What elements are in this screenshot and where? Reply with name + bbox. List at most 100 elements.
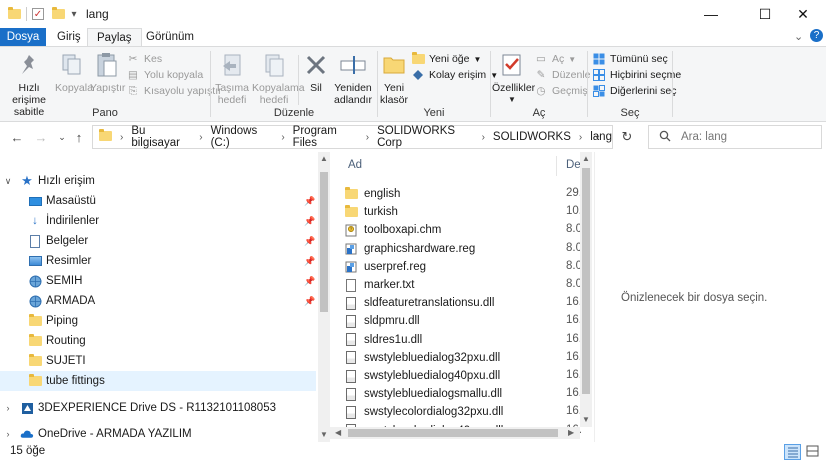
properties-check-icon[interactable]: ✓ bbox=[32, 8, 44, 20]
copy-button[interactable]: Kopyala bbox=[55, 51, 93, 94]
delete-button[interactable]: Sil bbox=[302, 51, 330, 94]
nav-item-desktop[interactable]: Masaüstü 📌 bbox=[0, 191, 316, 211]
minimize-button[interactable]: — bbox=[688, 0, 734, 28]
large-icons-view-icon[interactable] bbox=[805, 444, 822, 460]
breadcrumb-item[interactable]: SOLIDWORKS bbox=[493, 131, 571, 143]
tab-file[interactable]: Dosya bbox=[0, 28, 46, 46]
file-list-vertical-scrollbar[interactable]: ▲ ▼ bbox=[580, 152, 592, 427]
pin-icon[interactable]: 📌 bbox=[304, 196, 315, 207]
nav-scrollbar[interactable]: ▲ ▼ bbox=[318, 152, 330, 442]
breadcrumb-item[interactable]: Windows (C:) bbox=[211, 125, 274, 149]
scrollbar-thumb[interactable] bbox=[320, 172, 328, 312]
file-row[interactable]: sldpmru.dll bbox=[344, 312, 570, 330]
file-list-horizontal-scrollbar[interactable]: ◀ ▶ bbox=[330, 427, 580, 439]
paste-shortcut-button[interactable]: ⎘ Kısayolu yapıştır bbox=[126, 83, 222, 99]
scrollbar-thumb[interactable] bbox=[348, 429, 558, 437]
scroll-down-arrow-icon[interactable]: ▼ bbox=[582, 415, 590, 424]
open-button[interactable]: ▭ Aç ▼ bbox=[534, 51, 591, 67]
tab-home[interactable]: Giriş bbox=[48, 28, 90, 46]
collapse-ribbon-icon[interactable]: ⌄ bbox=[794, 30, 803, 43]
expand-chevron-icon[interactable]: › bbox=[0, 403, 16, 413]
edit-button[interactable]: ✎ Düzenle bbox=[534, 67, 591, 83]
file-row[interactable]: swstylebluedialogsmallu.dll bbox=[344, 385, 570, 403]
cut-button[interactable]: ✂ Kes bbox=[126, 51, 222, 67]
pin-icon[interactable]: 📌 bbox=[304, 256, 315, 267]
nav-item-armada[interactable]: ARMADA 📌 bbox=[0, 291, 316, 311]
scroll-up-arrow-icon[interactable]: ▲ bbox=[582, 154, 590, 163]
file-row[interactable]: ? toolboxapi.chm bbox=[344, 221, 570, 239]
nav-item-sujeti[interactable]: SUJETI bbox=[0, 351, 316, 371]
nav-item-documents[interactable]: Belgeler 📌 bbox=[0, 231, 316, 251]
breadcrumb-separator-icon[interactable]: › bbox=[579, 132, 582, 143]
nav-onedrive[interactable]: › OneDrive - ARMADA YAZILIM bbox=[0, 424, 316, 444]
column-header-date[interactable]: De bbox=[566, 159, 581, 171]
scroll-up-arrow-icon[interactable]: ▲ bbox=[320, 154, 328, 163]
breadcrumb-item[interactable]: Bu bilgisayar bbox=[131, 125, 191, 149]
nav-item-piping[interactable]: Piping bbox=[0, 311, 316, 331]
nav-item-downloads[interactable]: ↓ İndirilenler 📌 bbox=[0, 211, 316, 231]
scrollbar-thumb[interactable] bbox=[582, 168, 590, 394]
nav-item-routing[interactable]: Routing bbox=[0, 331, 316, 351]
new-folder-button[interactable]: Yeni klasör bbox=[379, 51, 409, 106]
file-row[interactable]: turkish bbox=[344, 203, 570, 221]
breadcrumb-separator-icon[interactable]: › bbox=[366, 132, 369, 143]
breadcrumb-item[interactable]: Program Files bbox=[293, 125, 358, 149]
details-view-icon[interactable] bbox=[784, 444, 801, 460]
file-row[interactable]: marker.txt bbox=[344, 276, 570, 294]
breadcrumb-separator-icon[interactable]: › bbox=[482, 132, 485, 143]
nav-item-tube-fittings[interactable]: tube fittings bbox=[0, 371, 316, 391]
file-row[interactable]: graphicshardware.reg bbox=[344, 240, 570, 258]
select-none-button[interactable]: Hiçbirini seçme bbox=[592, 67, 681, 83]
properties-button[interactable]: Özellikler ▼ bbox=[492, 51, 535, 106]
file-row[interactable]: swstylebluedialog40pxu.dll bbox=[344, 367, 570, 385]
nav-quick-access[interactable]: ∨ ★ Hızlı erişim bbox=[0, 171, 316, 191]
paste-button[interactable]: Yapıştır bbox=[90, 51, 125, 94]
easy-access-button[interactable]: Kolay erişim ▼ bbox=[411, 67, 498, 83]
copy-to-button[interactable]: Kopyalama hedefi bbox=[252, 51, 305, 106]
scroll-right-arrow-icon[interactable]: ▶ bbox=[568, 428, 574, 437]
new-folder-quick-icon[interactable] bbox=[50, 6, 66, 22]
pin-icon[interactable]: 📌 bbox=[304, 276, 315, 287]
close-button[interactable]: ✕ bbox=[780, 0, 826, 28]
file-row[interactable]: sldfeaturetranslationsu.dll bbox=[344, 294, 570, 312]
move-to-label: Taşıma hedefi bbox=[215, 82, 249, 106]
column-header-name[interactable]: Ad bbox=[348, 159, 362, 171]
help-icon[interactable]: ? bbox=[810, 29, 823, 42]
up-arrow-icon[interactable]: ↑ bbox=[70, 128, 88, 146]
breadcrumb-item[interactable]: SOLIDWORKS Corp bbox=[377, 125, 473, 149]
select-all-button[interactable]: Tümünü seç bbox=[592, 51, 681, 67]
tab-share[interactable]: Paylaş bbox=[87, 28, 142, 46]
file-row[interactable]: sldres1u.dll bbox=[344, 331, 570, 349]
refresh-icon[interactable]: ↻ bbox=[618, 128, 636, 146]
pin-icon[interactable]: 📌 bbox=[304, 216, 315, 227]
copy-path-button[interactable]: ▤ Yolu kopyala bbox=[126, 67, 222, 83]
scroll-down-arrow-icon[interactable]: ▼ bbox=[320, 430, 328, 439]
recent-locations-chevron-icon[interactable]: ⌄ bbox=[53, 128, 71, 146]
pin-icon[interactable]: 📌 bbox=[304, 236, 315, 247]
invert-selection-button[interactable]: Diğerlerini seç bbox=[592, 83, 681, 99]
breadcrumb-separator-icon[interactable]: › bbox=[281, 132, 284, 143]
scroll-left-arrow-icon[interactable]: ◀ bbox=[335, 428, 341, 437]
nav-item-pictures[interactable]: Resimler 📌 bbox=[0, 251, 316, 271]
expand-chevron-icon[interactable]: ∨ bbox=[0, 176, 16, 187]
move-to-button[interactable]: Taşıma hedefi bbox=[212, 51, 252, 106]
nav-3dexperience-drive[interactable]: › 3DEXPERIENCE Drive DS - R1132101108053 bbox=[0, 398, 316, 418]
customize-toolbar-icon[interactable]: ▾ bbox=[66, 6, 82, 22]
breadcrumb-separator-icon[interactable]: › bbox=[199, 132, 202, 143]
address-bar[interactable]: › Bu bilgisayar › Windows (C:) › Program F… bbox=[92, 125, 613, 149]
search-input[interactable]: Ara: lang bbox=[648, 125, 822, 149]
file-row[interactable]: swstylebluedialog32pxu.dll bbox=[344, 349, 570, 367]
pin-icon[interactable]: 📌 bbox=[304, 296, 315, 307]
new-item-button[interactable]: Yeni öğe ▼ bbox=[411, 51, 498, 67]
back-arrow-icon[interactable]: ← bbox=[8, 128, 26, 146]
expand-chevron-icon[interactable]: › bbox=[0, 429, 16, 439]
file-row[interactable]: english bbox=[344, 185, 570, 203]
nav-item-semih[interactable]: SEMIH 📌 bbox=[0, 271, 316, 291]
file-row[interactable]: userpref.reg bbox=[344, 258, 570, 276]
address-history-chevron-icon[interactable]: ⌄ bbox=[593, 130, 601, 141]
forward-arrow-icon[interactable]: → bbox=[32, 128, 50, 146]
rename-button[interactable]: Yeniden adlandır bbox=[331, 51, 375, 106]
tab-view[interactable]: Görünüm bbox=[137, 28, 203, 46]
history-button[interactable]: ◷ Geçmiş bbox=[534, 83, 591, 99]
file-row[interactable]: swstylecolordialog32pxu.dll bbox=[344, 403, 570, 421]
